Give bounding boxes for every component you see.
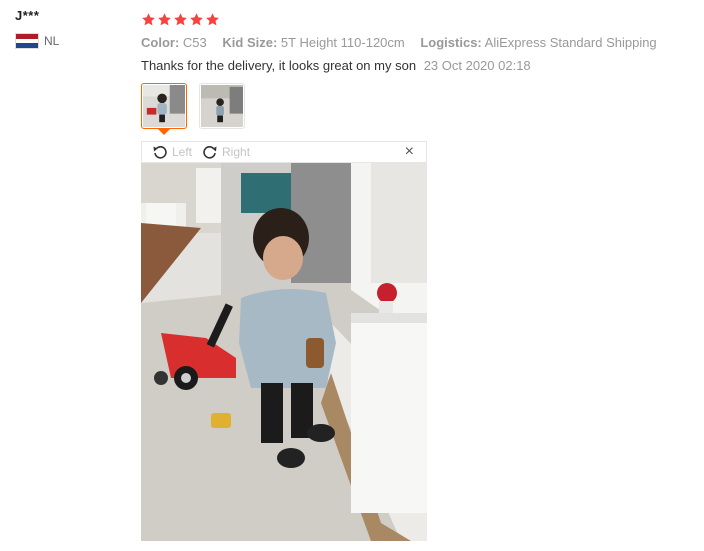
review-content: Thanks for the delivery, it looks great … <box>141 58 681 73</box>
review-thumbnails <box>141 83 681 135</box>
country-code: NL <box>44 34 60 48</box>
star-icon <box>206 12 219 25</box>
rotate-left-button[interactable]: Left <box>152 144 192 160</box>
star-icon <box>142 12 155 25</box>
rotate-right-icon <box>203 146 217 159</box>
size-label: Kid Size: <box>222 35 278 50</box>
star-rating <box>141 8 681 30</box>
review-thumbnail-2[interactable] <box>199 83 245 129</box>
color-label: Color: <box>141 35 180 50</box>
viewer-toolbar: Left Right × <box>141 141 427 163</box>
review-body: Color: C53 Kid Size: 5T Height 110-120cm… <box>141 8 681 135</box>
review-date: 23 Oct 2020 02:18 <box>423 58 531 73</box>
logistics-label: Logistics: <box>420 35 482 50</box>
color-value: C53 <box>182 35 207 50</box>
rotate-right-button[interactable]: Right <box>202 144 250 160</box>
photo-thumbnail-image <box>143 85 185 127</box>
image-viewer: Left Right × <box>141 141 427 541</box>
photo-thumbnail-image <box>201 85 243 127</box>
rotate-right-label: Right <box>222 145 251 159</box>
star-icon <box>158 12 171 25</box>
review-specs: Color: C53 Kid Size: 5T Height 110-120cm… <box>141 35 681 50</box>
logistics-value: AliExpress Standard Shipping <box>484 35 657 50</box>
rotate-left-label: Left <box>172 145 193 159</box>
reviewer-info: J*** NL <box>15 8 125 49</box>
close-icon: × <box>404 143 414 160</box>
review-thumbnail-1[interactable] <box>141 83 187 135</box>
close-viewer-button[interactable]: × <box>405 144 414 160</box>
star-icon <box>190 12 203 25</box>
review-text: Thanks for the delivery, it looks great … <box>141 58 417 73</box>
review-photo <box>141 163 427 541</box>
reviewer-name: J*** <box>15 8 40 23</box>
reviewer-country: NL <box>15 33 125 49</box>
size-value: 5T Height 110-120cm <box>280 35 405 50</box>
star-icon <box>174 12 187 25</box>
rotate-left-icon <box>153 146 167 159</box>
flag-netherlands-icon <box>15 33 39 49</box>
